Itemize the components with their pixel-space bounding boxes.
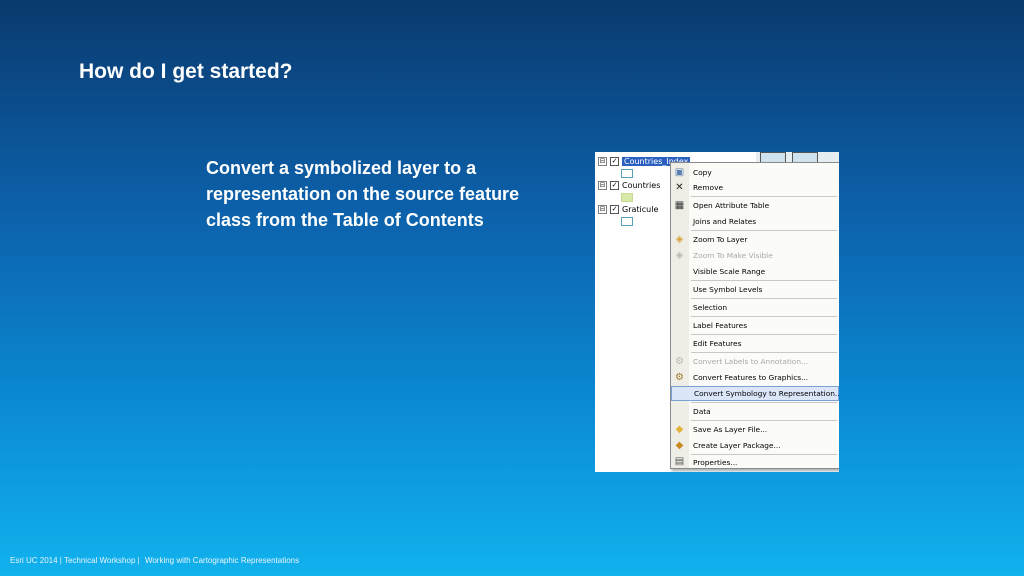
menu-item-label: Convert Symbology to Representation...: [694, 389, 839, 398]
footer-session: Working with Cartographic Representation…: [144, 556, 300, 565]
toc-layer-label[interactable]: Graticule: [622, 205, 658, 214]
menu-item-use-symbol-levels[interactable]: Use Symbol Levels: [671, 282, 839, 297]
menu-item-visible-scale-range[interactable]: Visible Scale Range: [671, 264, 839, 279]
menu-item-convert-symbology-to-representation[interactable]: Convert Symbology to Representation...: [671, 386, 839, 401]
toc-layer-countries[interactable]: ⊟ ✓ Countries: [598, 179, 660, 191]
menu-item-selection[interactable]: Selection: [671, 300, 839, 315]
menu-separator: [691, 196, 837, 197]
menu-item-label: Open Attribute Table: [693, 201, 770, 210]
menu-item-label: Create Layer Package...: [693, 441, 781, 450]
menu-item-label: Selection: [693, 303, 728, 312]
menu-item-label: Visible Scale Range: [693, 267, 766, 276]
arcmap-screenshot: ⊟ ✓ Countries_Index ⊟ ✓ Countries ⊟ ✓ Gr…: [595, 152, 839, 472]
menu-item-convert-features-to-graphics[interactable]: ⚙ Convert Features to Graphics...: [671, 370, 839, 385]
zoom-to-visible-icon: ◈: [675, 250, 684, 261]
remove-icon: ✕: [675, 182, 684, 193]
menu-item-copy[interactable]: ▣ Copy: [671, 165, 839, 180]
menu-item-label: Zoom To Layer: [693, 235, 748, 244]
slide-body-text: Convert a symbolized layer to a represen…: [206, 158, 520, 230]
menu-item-save-as-layer-file[interactable]: ◆ Save As Layer File...: [671, 422, 839, 437]
menu-item-data[interactable]: Data: [671, 404, 839, 419]
slide-footer: Esri UC 2014 | Technical Workshop | Work…: [10, 556, 302, 565]
symbol-swatch: [621, 217, 633, 226]
menu-item-label: Save As Layer File...: [693, 425, 768, 434]
collapse-icon[interactable]: ⊟: [598, 180, 607, 190]
menu-separator: [691, 298, 837, 299]
menu-separator: [691, 352, 837, 353]
menu-item-edit-features[interactable]: Edit Features: [671, 336, 839, 351]
convert-graphics-icon: ⚙: [675, 372, 684, 383]
checkbox-icon[interactable]: ✓: [610, 156, 619, 166]
menu-item-joins-and-relates[interactable]: Joins and Relates: [671, 214, 839, 229]
menu-item-zoom-to-layer[interactable]: ◈ Zoom To Layer: [671, 232, 839, 247]
checkbox-icon[interactable]: ✓: [610, 180, 619, 190]
convert-labels-icon: ⚙: [675, 356, 684, 367]
menu-item-properties[interactable]: ▤ Properties...: [671, 456, 839, 468]
checkbox-icon[interactable]: ✓: [610, 204, 619, 214]
menu-item-open-attribute-table[interactable]: ▦ Open Attribute Table: [671, 198, 839, 213]
menu-item-label: Remove: [693, 183, 723, 192]
layer-context-menu: ▣ Copy ✕ Remove ▦ Open Attribute Table J…: [670, 162, 839, 469]
menu-item-label: Use Symbol Levels: [693, 285, 763, 294]
menu-item-label-features[interactable]: Label Features: [671, 318, 839, 333]
menu-item-convert-labels-to-annotation: ⚙ Convert Labels to Annotation...: [671, 354, 839, 369]
collapse-icon[interactable]: ⊟: [598, 204, 607, 214]
menu-item-label: Edit Features: [693, 339, 742, 348]
copy-icon: ▣: [674, 167, 685, 178]
menu-separator: [691, 316, 837, 317]
menu-item-remove[interactable]: ✕ Remove: [671, 180, 839, 195]
menu-item-label: Data: [693, 407, 711, 416]
menu-item-label: Copy: [693, 168, 712, 177]
menu-item-label: Properties...: [693, 457, 738, 467]
toc-layer-label[interactable]: Countries: [622, 181, 660, 190]
layer-package-icon: ◆: [675, 440, 684, 451]
menu-separator: [691, 334, 837, 335]
menu-item-label: Joins and Relates: [693, 217, 757, 226]
properties-icon: ▤: [674, 456, 685, 467]
slide-title: How do I get started?: [79, 60, 293, 83]
symbol-swatch: [621, 193, 633, 202]
menu-item-label: Label Features: [693, 321, 748, 330]
menu-item-label: Convert Labels to Annotation...: [693, 357, 809, 366]
menu-separator: [691, 454, 837, 455]
menu-separator: [691, 420, 837, 421]
zoom-to-layer-icon: ◈: [675, 234, 684, 245]
menu-separator: [691, 230, 837, 231]
menu-item-label: Zoom To Make Visible: [693, 251, 773, 260]
menu-item-zoom-to-make-visible: ◈ Zoom To Make Visible: [671, 248, 839, 263]
layer-file-icon: ◆: [675, 424, 684, 435]
table-of-contents: ⊟ ✓ Countries_Index ⊟ ✓ Countries ⊟ ✓ Gr…: [595, 152, 691, 472]
menu-separator: [691, 402, 837, 403]
toc-layer-graticule[interactable]: ⊟ ✓ Graticule: [598, 203, 658, 215]
menu-item-create-layer-package[interactable]: ◆ Create Layer Package...: [671, 438, 839, 453]
footer-event: Esri UC 2014 | Technical Workshop |: [10, 556, 140, 565]
menu-item-label: Convert Features to Graphics...: [693, 373, 809, 382]
symbol-swatch: [621, 169, 633, 178]
menu-separator: [691, 280, 837, 281]
collapse-icon[interactable]: ⊟: [598, 156, 607, 166]
table-icon: ▦: [674, 200, 685, 211]
